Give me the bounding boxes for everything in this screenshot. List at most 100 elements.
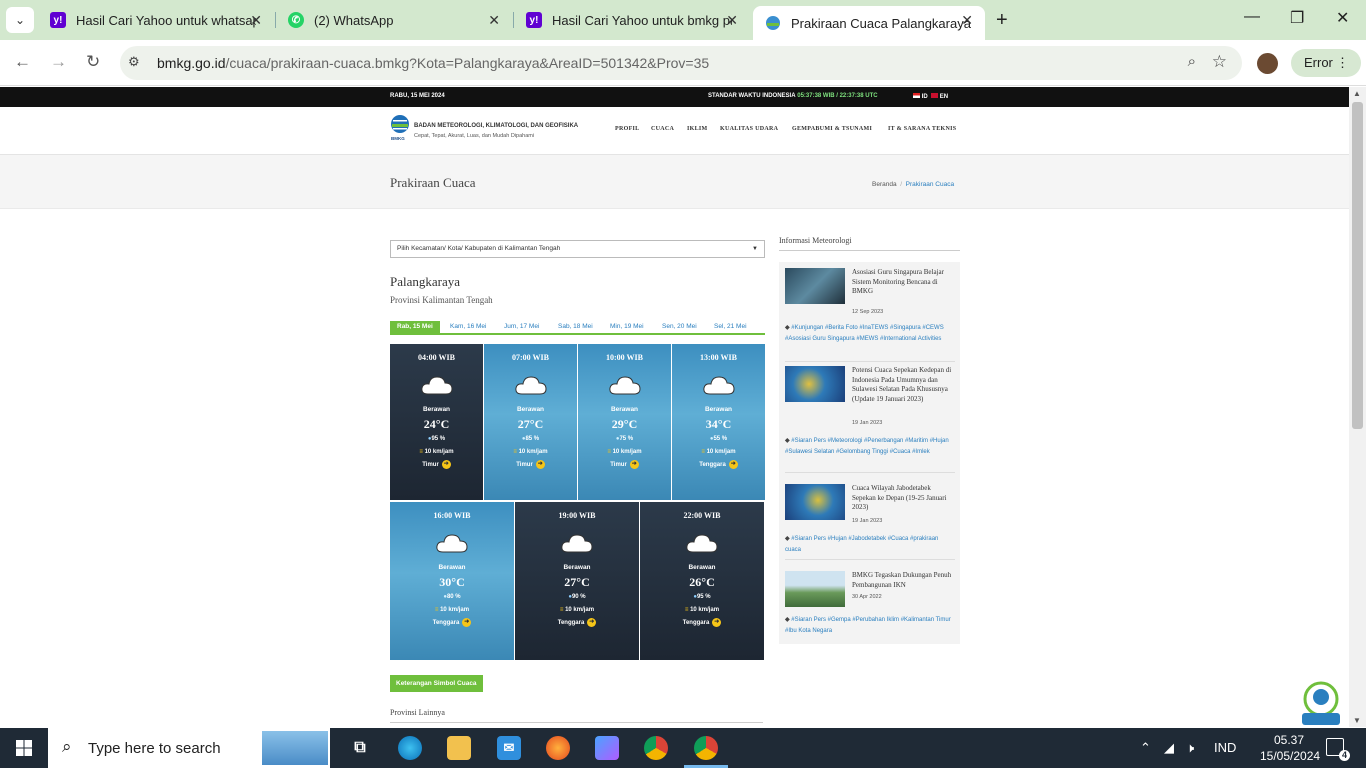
chrome-icon[interactable] bbox=[644, 736, 668, 760]
volume-icon[interactable]: 🕨 bbox=[1186, 740, 1194, 756]
cloudy-icon bbox=[702, 376, 735, 395]
tab-whatsapp[interactable]: ✆ (2) WhatsApp ✕ bbox=[276, 0, 512, 40]
bookmark-star-icon[interactable]: ☆ bbox=[1212, 52, 1227, 72]
close-icon[interactable]: ✕ bbox=[488, 12, 500, 29]
news-thumbnail[interactable] bbox=[785, 366, 845, 402]
tag-icon: ◆ bbox=[785, 438, 790, 444]
forecast-humidity: 90 % bbox=[571, 594, 586, 600]
reload-icon[interactable]: ↻ bbox=[86, 52, 100, 72]
windows-start-icon[interactable] bbox=[16, 740, 32, 756]
menu-cuaca[interactable]: CUACA bbox=[651, 126, 674, 132]
news-headline[interactable]: Cuaca Wilayah Jabodetabek Sepekan ke Dep… bbox=[852, 484, 952, 513]
breadcrumb-home[interactable]: Beranda bbox=[872, 181, 897, 188]
news-item[interactable]: Potensi Cuaca Sepekan Kedepan di Indones… bbox=[785, 366, 955, 476]
news-headline[interactable]: Asosiasi Guru Singapura Belajar Sistem M… bbox=[852, 268, 952, 297]
forecast-temp: 29°C bbox=[611, 417, 638, 431]
firefox-icon[interactable] bbox=[546, 736, 570, 760]
forecast-temp: 30°C bbox=[439, 575, 465, 589]
address-bar[interactable]: ⚙ bmkg.go.id/cuaca/prakiraan-cuaca.bmkg?… bbox=[120, 46, 1242, 80]
task-view-icon[interactable]: ⧉ bbox=[348, 736, 372, 760]
tab-day-4[interactable]: Min, 19 Mei bbox=[610, 321, 644, 333]
forecast-card: 22:00 WIB Berawan 26°C ●95 % ≡ 10 km/jam… bbox=[640, 502, 764, 660]
news-thumbnail[interactable] bbox=[785, 268, 845, 304]
compass-icon: ➜ bbox=[629, 460, 639, 469]
tab-yahoo-whatsapp[interactable]: y! Hasil Cari Yahoo untuk whatsap ✕ bbox=[38, 0, 274, 40]
error-button[interactable]: Error ⋮ bbox=[1291, 49, 1361, 77]
live-chat-widget-icon[interactable] bbox=[1300, 681, 1342, 727]
province-name: Provinsi Kalimantan Tengah bbox=[390, 295, 493, 305]
menu-kualitas-udara[interactable]: KUALITAS UDARA bbox=[720, 126, 778, 132]
tab-prakiraan-cuaca[interactable]: Prakiraan Cuaca Palangkaraya - ✕ bbox=[753, 6, 985, 40]
url-text[interactable]: bmkg.go.id/cuaca/prakiraan-cuaca.bmkg?Ko… bbox=[157, 55, 709, 71]
minimize-icon[interactable]: — bbox=[1244, 8, 1260, 26]
page-scrollbar[interactable]: ▲ ▼ bbox=[1349, 87, 1366, 727]
mail-icon[interactable]: ✉ bbox=[497, 736, 521, 760]
tab-day-2[interactable]: Jum, 17 Mei bbox=[504, 321, 539, 333]
menu-iklim[interactable]: IKLIM bbox=[687, 126, 708, 132]
scroll-up-icon[interactable]: ▲ bbox=[1353, 89, 1361, 98]
back-arrow-icon[interactable]: ← bbox=[14, 52, 31, 72]
scrollbar-thumb[interactable] bbox=[1352, 102, 1363, 429]
news-thumbnail[interactable] bbox=[785, 571, 845, 607]
lang-id-link[interactable]: ID bbox=[922, 94, 928, 100]
news-tags[interactable]: #Kunjungan #Berita Foto #InaTEWS #Singap… bbox=[785, 325, 944, 342]
taskbar-search[interactable]: ⌕ Type here to search bbox=[48, 728, 330, 768]
search-highlight-image[interactable] bbox=[262, 731, 328, 765]
zoom-icon[interactable]: ⌕ bbox=[1188, 53, 1196, 70]
scroll-down-icon[interactable]: ▼ bbox=[1353, 716, 1361, 725]
network-icon[interactable]: ◢ bbox=[1164, 740, 1174, 756]
tab-yahoo-bmkg[interactable]: y! Hasil Cari Yahoo untuk bmkg pa ✕ bbox=[514, 0, 750, 40]
tab-day-3[interactable]: Sab, 18 Mei bbox=[558, 321, 593, 333]
current-date: RABU, 15 MEI 2024 bbox=[390, 93, 445, 99]
edge-icon[interactable] bbox=[398, 736, 422, 760]
breadcrumb-current[interactable]: Prakiraan Cuaca bbox=[906, 181, 954, 188]
close-icon[interactable]: ✕ bbox=[726, 12, 738, 29]
forecast-card: 10:00 WIB Berawan 29°C ●75 % ≡ 10 km/jam… bbox=[578, 344, 671, 500]
taskbar-clock[interactable]: 05.37 15/05/2024 bbox=[1260, 732, 1320, 764]
tab-search-button[interactable]: ⌄ bbox=[6, 7, 34, 33]
lang-en-link[interactable]: EN bbox=[940, 94, 948, 100]
kebab-menu-icon[interactable]: ⋮ bbox=[1336, 49, 1349, 77]
language-switch[interactable]: ID EN bbox=[913, 93, 948, 100]
location-select[interactable]: Pilih Kecamatan/ Kota/ Kabupaten di Kali… bbox=[390, 240, 765, 258]
file-explorer-icon[interactable] bbox=[447, 736, 471, 760]
menu-gempabumi[interactable]: GEMPABUMI & TSUNAMI bbox=[792, 126, 872, 132]
forecast-time: 19:00 WIB bbox=[558, 511, 596, 520]
copilot-icon[interactable] bbox=[595, 736, 619, 760]
error-label: Error bbox=[1304, 55, 1333, 70]
news-item[interactable]: BMKG Tegaskan Dukungan Penuh Pembangunan… bbox=[785, 571, 955, 641]
forecast-condition: Berawan bbox=[688, 564, 716, 571]
tab-day-5[interactable]: Sen, 20 Mei bbox=[662, 321, 697, 333]
windows-taskbar: ⌕ Type here to search ⧉ ✉ ⌃ ◢ 🕨 IND 05.3… bbox=[0, 728, 1366, 768]
weather-legend-button[interactable]: Keterangan Simbol Cuaca bbox=[390, 675, 483, 692]
menu-profil[interactable]: PROFIL bbox=[615, 126, 639, 132]
forecast-condition: Berawan bbox=[610, 406, 639, 413]
tab-day-1[interactable]: Kam, 16 Mei bbox=[450, 321, 487, 333]
site-info-icon[interactable]: ⚙ bbox=[128, 54, 140, 70]
news-headline[interactable]: Potensi Cuaca Sepekan Kedepan di Indones… bbox=[852, 366, 952, 404]
profile-avatar[interactable] bbox=[1257, 53, 1278, 74]
forward-arrow-icon[interactable]: → bbox=[50, 52, 67, 72]
input-language[interactable]: IND bbox=[1214, 740, 1236, 755]
menu-it-sarana[interactable]: IT & SARANA TEKNIS bbox=[888, 126, 956, 132]
forecast-wind: 10 km/jam bbox=[440, 607, 470, 613]
tab-day-6[interactable]: Sel, 21 Mei bbox=[714, 321, 747, 333]
tray-chevron-up-icon[interactable]: ⌃ bbox=[1140, 740, 1151, 756]
close-icon[interactable]: ✕ bbox=[250, 12, 262, 29]
notification-center-icon[interactable]: 4 bbox=[1326, 738, 1350, 761]
browser-toolbar: ← → ↻ ⚙ bmkg.go.id/cuaca/prakiraan-cuaca… bbox=[0, 40, 1366, 86]
forecast-humidity: 95 % bbox=[431, 436, 446, 442]
news-headline[interactable]: BMKG Tegaskan Dukungan Penuh Pembangunan… bbox=[852, 571, 952, 590]
news-item[interactable]: Asosiasi Guru Singapura Belajar Sistem M… bbox=[785, 268, 955, 362]
new-tab-plus-icon[interactable]: + bbox=[996, 9, 1008, 32]
chrome-active-icon[interactable] bbox=[684, 736, 728, 768]
close-icon[interactable]: ✕ bbox=[961, 12, 973, 29]
news-thumbnail[interactable] bbox=[785, 484, 845, 520]
news-tags[interactable]: #Siaran Pers #Gempa #Perubahan Iklim #Ka… bbox=[785, 617, 951, 634]
news-tags[interactable]: #Siaran Pers #Meteorologi #Penerbangan #… bbox=[785, 438, 949, 455]
tab-day-0[interactable]: Rab, 15 Mei bbox=[390, 321, 440, 333]
close-window-icon[interactable]: ✕ bbox=[1336, 8, 1349, 28]
news-item[interactable]: Cuaca Wilayah Jabodetabek Sepekan ke Dep… bbox=[785, 484, 955, 564]
news-tags[interactable]: #Siaran Pers #Hujan #Jabodetabek #Cuaca … bbox=[785, 536, 938, 553]
restore-icon[interactable]: ❐ bbox=[1290, 8, 1304, 28]
